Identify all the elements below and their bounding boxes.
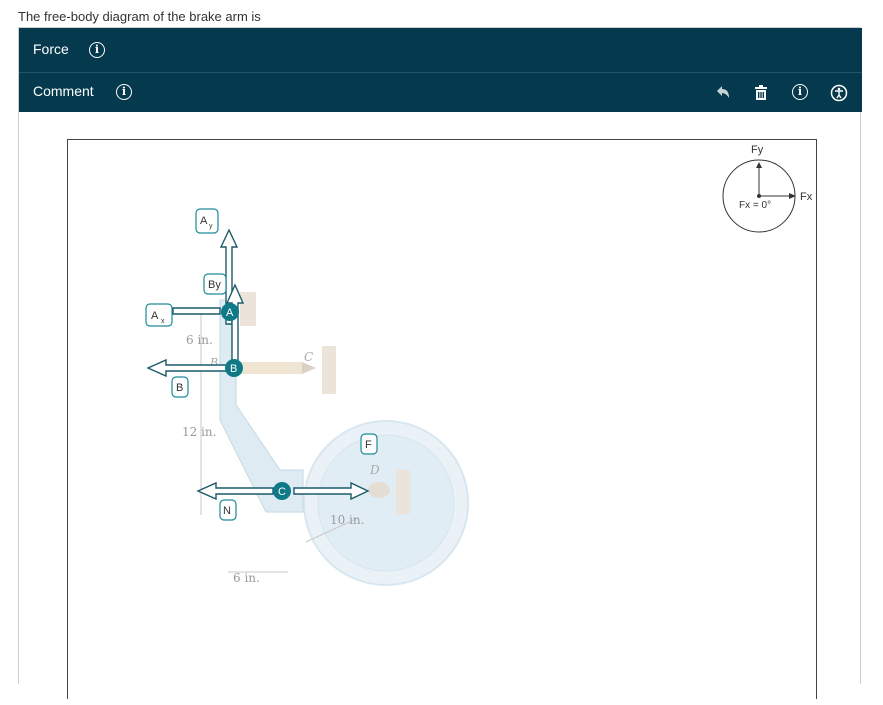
compass-readout: Fx = 0°	[739, 200, 771, 211]
diagram-svg: 6 in. 12 in. 10 in. 6 in. B C D A B C A …	[145, 144, 813, 586]
dim-12in: 12 in.	[182, 425, 216, 439]
rod	[236, 362, 302, 374]
label-b[interactable]: B	[171, 376, 189, 398]
svg-text:By: By	[208, 279, 221, 291]
dim-6in-top: 6 in.	[186, 333, 213, 347]
accessibility-icon[interactable]	[830, 84, 848, 102]
label-ay[interactable]: A y	[195, 208, 219, 234]
info-icon[interactable]: i	[89, 42, 105, 58]
svg-text:A: A	[200, 215, 208, 227]
svg-text:C: C	[278, 486, 286, 498]
svg-text:N: N	[223, 505, 231, 517]
point-c-label: C	[304, 350, 313, 364]
svg-text:B: B	[230, 363, 237, 375]
label-f[interactable]: F	[360, 433, 378, 455]
svg-text:A: A	[226, 307, 234, 319]
point-d-label: D	[369, 463, 380, 477]
comment-toolbar: Comment i i	[19, 72, 862, 112]
trash-icon[interactable]	[752, 84, 770, 102]
dim-10in: 10 in.	[330, 513, 364, 527]
svg-text:B: B	[176, 382, 183, 394]
dim-6in-bottom: 6 in.	[233, 571, 260, 585]
angle-compass[interactable]: Fy Fx Fx = 0°	[722, 144, 813, 233]
comment-button[interactable]: Comment	[33, 83, 94, 99]
diagram-canvas[interactable]: 6 in. 12 in. 10 in. 6 in. B C D A B C A …	[67, 139, 817, 699]
info-icon[interactable]: i	[116, 84, 132, 100]
svg-text:F: F	[365, 439, 372, 451]
fbd-tool-panel: Force i Comment i i 6 in. 12 in. 10 in. …	[18, 27, 862, 699]
label-n[interactable]: N	[219, 499, 237, 521]
support-a	[240, 292, 256, 326]
label-ax[interactable]: A x	[145, 303, 173, 327]
support-d	[396, 470, 410, 514]
svg-text:x: x	[161, 318, 165, 325]
arrow-ax[interactable]	[172, 307, 221, 315]
label-by[interactable]: By	[203, 273, 227, 295]
svg-text:A: A	[151, 310, 159, 322]
question-text: The free-body diagram of the brake arm i…	[18, 9, 261, 24]
force-toolbar: Force i	[19, 28, 862, 72]
compass-fx-label: Fx	[800, 191, 813, 203]
svg-text:y: y	[209, 223, 213, 230]
support-c	[322, 346, 336, 394]
force-button[interactable]: Force	[33, 41, 69, 57]
brake-drum	[303, 420, 469, 586]
info-icon[interactable]: i	[792, 84, 808, 100]
undo-icon[interactable]	[713, 84, 731, 102]
compass-fy-label: Fy	[751, 144, 764, 156]
pivot-d	[368, 482, 390, 498]
